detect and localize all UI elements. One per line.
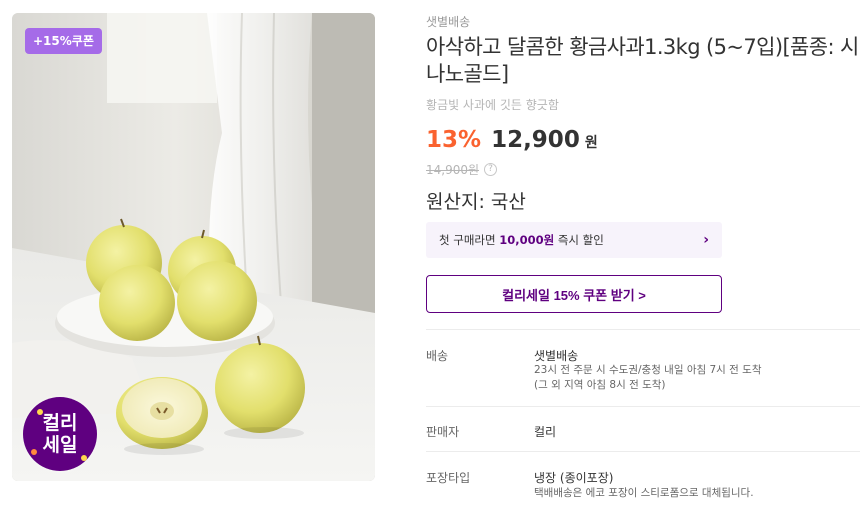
spec-value-seller: 컬리 (534, 425, 557, 439)
spec-value-packaging: 냉장 (종이포장) (534, 471, 614, 485)
spec-label-delivery: 배송 (426, 349, 449, 363)
sale-badge-line1: 컬리 (42, 412, 78, 434)
divider (426, 329, 860, 330)
sale-badge-line2: 세일 (42, 434, 78, 456)
question-mark-icon[interactable]: ? (484, 163, 498, 176)
kurly-sale-badge: 컬리 세일 (23, 397, 97, 471)
first-purchase-discount-banner[interactable]: 첫 구매라면 10,000원 즉시 할인 › (426, 222, 722, 258)
discount-rate: 13% (426, 127, 482, 153)
spec-label-packaging: 포장타입 (426, 471, 471, 485)
origin-label: 원산지: 국산 (426, 191, 526, 213)
spec-sub-packaging: 택배배송은 에코 포장이 스티로폼으로 대체됩니다. (534, 487, 754, 499)
price-row: 13% 12,900 원 (426, 127, 598, 153)
delivery-tag: 샛별배송 (426, 15, 471, 29)
product-title: 아삭하고 달콤한 황금사과1.3kg (5~7입)[품종: 시나노골드] (426, 35, 859, 86)
spec-value-delivery: 샛별배송 (534, 349, 579, 363)
first-purchase-text: 첫 구매라면 10,000원 즉시 할인 (439, 232, 604, 248)
spec-sub-delivery-1: 23시 전 주문 시 수도권/충청 내일 아침 7시 전 도착 (534, 364, 762, 376)
spec-label-seller: 판매자 (426, 425, 460, 439)
spec-sub-delivery-2: (그 외 지역 아침 8시 전 도착) (534, 379, 666, 391)
product-image: +15%쿠폰 컬리 세일 (12, 13, 375, 481)
divider (426, 406, 860, 407)
download-coupon-button[interactable]: 컬리세일 15% 쿠폰 받기 > (426, 275, 722, 313)
first-buy-prefix: 첫 구매라면 (439, 233, 500, 247)
coupon-badge: +15%쿠폰 (25, 28, 102, 54)
chevron-right-icon: › (703, 232, 709, 248)
first-buy-suffix: 즉시 할인 (554, 233, 604, 247)
currency-unit: 원 (584, 135, 598, 151)
original-price: 14,900원 (426, 163, 480, 177)
product-subtitle: 황금빛 사과에 깃든 향긋함 (426, 98, 559, 112)
original-price-row: 14,900원 ? (426, 161, 498, 178)
divider (426, 451, 860, 452)
sale-price: 12,900 (491, 127, 580, 153)
first-buy-amount: 10,000원 (499, 233, 555, 247)
